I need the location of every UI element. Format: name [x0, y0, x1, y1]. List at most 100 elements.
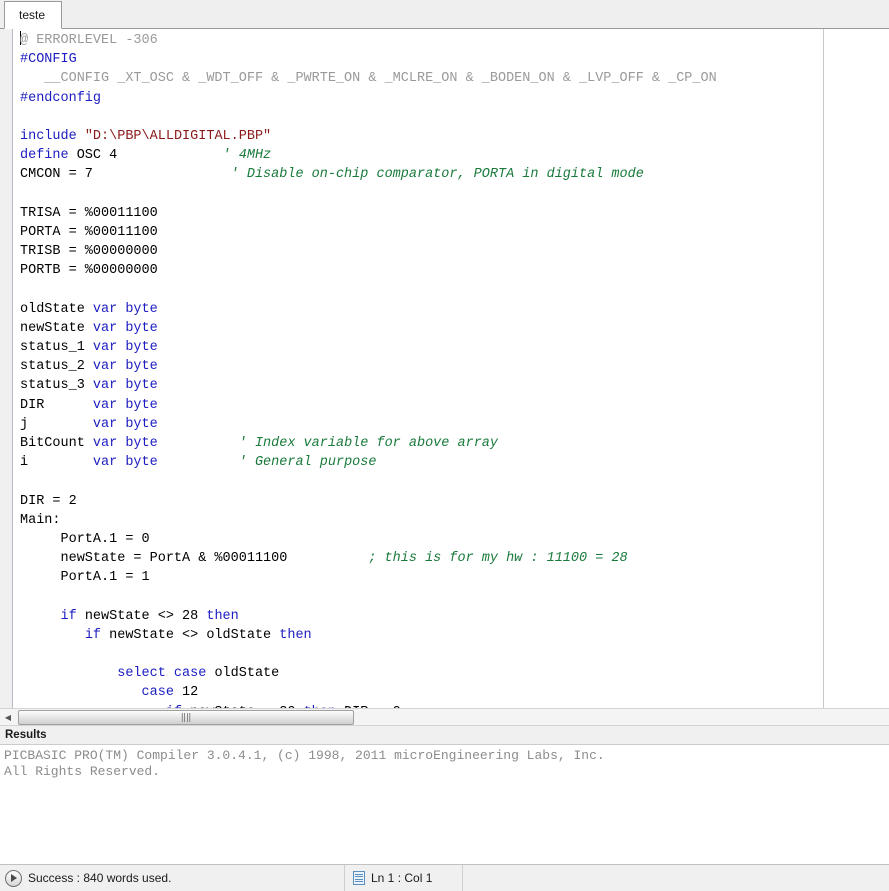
code-line: BitCount var byte ' Index variable for a…: [20, 434, 889, 453]
code-token-plain: i: [20, 455, 93, 470]
pbp-ide-window: teste @ ERRORLEVEL -306 #CONFIG __CONFIG …: [0, 0, 889, 891]
code-line: DIR var byte: [20, 396, 889, 415]
code-token-cmt: ; this is for my hw : 11100 = 28: [368, 551, 627, 566]
code-line: CMCON = 7 ' Disable on-chip comparator, …: [20, 165, 889, 184]
code-token-kw: #CONFIG: [20, 52, 77, 67]
code-line: #endconfig: [20, 89, 889, 108]
code-line: status_3 var byte: [20, 376, 889, 395]
code-token-cmt: ' 4MHz: [223, 148, 272, 163]
status-spacer-cell: [463, 865, 889, 891]
code-token-plain: PORTB = %00000000: [20, 263, 158, 278]
code-line: [20, 280, 889, 299]
code-token-dim: @ ERRORLEVEL -306: [20, 33, 158, 48]
code-token-plain: j: [20, 417, 93, 432]
code-line: include "D:\PBP\ALLDIGITAL.PBP": [20, 127, 889, 146]
code-token-kw: if: [61, 609, 77, 624]
code-token-kw: var byte: [93, 321, 158, 336]
code-line: case 12: [20, 683, 889, 702]
code-token-plain: newState <> 28: [77, 609, 207, 624]
code-token-plain: OSC 4: [69, 148, 223, 163]
status-message-cell: Success : 840 words used.: [0, 865, 345, 891]
code-line: TRISA = %00011100: [20, 204, 889, 223]
code-token-kw: include: [20, 129, 77, 144]
code-line: PORTA = %00011100: [20, 223, 889, 242]
code-token-plain: 12: [174, 685, 198, 700]
code-token-plain: TRISB = %00000000: [20, 244, 158, 259]
code-token-kw: then: [279, 628, 311, 643]
code-token-plain: newState = PortA & %00011100: [20, 551, 287, 566]
code-line: j var byte: [20, 415, 889, 434]
cursor-position-cell: Ln 1 : Col 1: [345, 865, 463, 891]
code-line: status_2 var byte: [20, 357, 889, 376]
code-token-plain: [20, 609, 61, 624]
editor-tab-label: teste: [19, 8, 45, 22]
code-token-plain: PortA.1 = 1: [20, 570, 150, 585]
code-line: [20, 108, 889, 127]
code-line: DIR = 2: [20, 492, 889, 511]
results-panel-header: Results: [0, 726, 889, 745]
code-line: [20, 587, 889, 606]
code-line: [20, 645, 889, 664]
code-line: __CONFIG _XT_OSC & _WDT_OFF & _PWRTE_ON …: [20, 69, 889, 88]
code-token-dim: __CONFIG _XT_OSC & _WDT_OFF & _PWRTE_ON …: [20, 71, 717, 86]
code-token-kw: #endconfig: [20, 91, 101, 106]
code-token-plain: status_1: [20, 340, 93, 355]
code-token-kw: var byte: [93, 417, 158, 432]
code-line: [20, 472, 889, 491]
code-token-kw: var byte: [93, 455, 158, 470]
code-line: if newState <> 28 then: [20, 607, 889, 626]
code-line: PORTB = %00000000: [20, 261, 889, 280]
code-token-plain: DIR = 2: [20, 494, 77, 509]
code-token-plain: PORTA = %00011100: [20, 225, 158, 240]
code-token-plain: DIR: [20, 398, 93, 413]
code-token-plain: TRISA = %00011100: [20, 206, 158, 221]
code-token-plain: status_3: [20, 378, 93, 393]
code-token-str: "D:\PBP\ALLDIGITAL.PBP": [85, 129, 271, 144]
results-panel-output: PICBASIC PRO(TM) Compiler 3.0.4.1, (c) 1…: [0, 745, 889, 864]
code-line: i var byte ' General purpose: [20, 453, 889, 472]
code-text-area[interactable]: @ ERRORLEVEL -306 #CONFIG __CONFIG _XT_OS…: [20, 31, 889, 708]
editor-tab-teste[interactable]: teste: [4, 1, 62, 29]
code-line: newState var byte: [20, 319, 889, 338]
code-token-plain: [20, 666, 117, 681]
code-token-plain: newState <> oldState: [101, 628, 279, 643]
code-line: oldState var byte: [20, 300, 889, 319]
status-bar: Success : 840 words used. Ln 1 : Col 1: [0, 864, 889, 891]
code-token-plain: [158, 436, 239, 451]
code-token-kw: var byte: [93, 436, 158, 451]
code-token-plain: PortA.1 = 0: [20, 532, 150, 547]
code-line: #CONFIG: [20, 50, 889, 69]
code-token-plain: [20, 628, 85, 643]
code-line: Main:: [20, 511, 889, 530]
code-line: define OSC 4 ' 4MHz: [20, 146, 889, 165]
editor-gutter: [0, 29, 13, 708]
code-token-kw: var byte: [93, 302, 158, 317]
scrollbar-track[interactable]: ‖‖: [16, 709, 889, 725]
code-token-plain: [77, 129, 85, 144]
code-token-kw: var byte: [93, 398, 158, 413]
code-token-plain: [287, 551, 368, 566]
code-line: @ ERRORLEVEL -306: [20, 31, 889, 50]
code-token-plain: oldState: [206, 666, 279, 681]
code-editor[interactable]: @ ERRORLEVEL -306 #CONFIG __CONFIG _XT_OS…: [0, 29, 889, 708]
code-token-kw: if: [85, 628, 101, 643]
cursor-position-text: Ln 1 : Col 1: [371, 871, 432, 885]
code-token-plain: oldState: [20, 302, 93, 317]
code-line: PortA.1 = 0: [20, 530, 889, 549]
document-lines-icon: [353, 871, 365, 885]
code-token-cmt: ' Disable on-chip comparator, PORTA in d…: [231, 167, 644, 182]
code-token-plain: [20, 685, 142, 700]
code-token-kw: case: [142, 685, 174, 700]
code-line: newState = PortA & %00011100 ; this is f…: [20, 549, 889, 568]
status-message-text: Success : 840 words used.: [28, 871, 171, 885]
code-line: TRISB = %00000000: [20, 242, 889, 261]
editor-horizontal-scrollbar[interactable]: ◀ ‖‖: [0, 708, 889, 726]
scroll-left-arrow-icon[interactable]: ◀: [0, 709, 16, 725]
scrollbar-thumb[interactable]: ‖‖: [18, 710, 354, 725]
editor-tab-bar: teste: [0, 0, 889, 29]
code-token-kw: var byte: [93, 378, 158, 393]
code-line: select case oldState: [20, 664, 889, 683]
code-token-plain: BitCount: [20, 436, 93, 451]
code-token-kw: var byte: [93, 340, 158, 355]
code-line: status_1 var byte: [20, 338, 889, 357]
